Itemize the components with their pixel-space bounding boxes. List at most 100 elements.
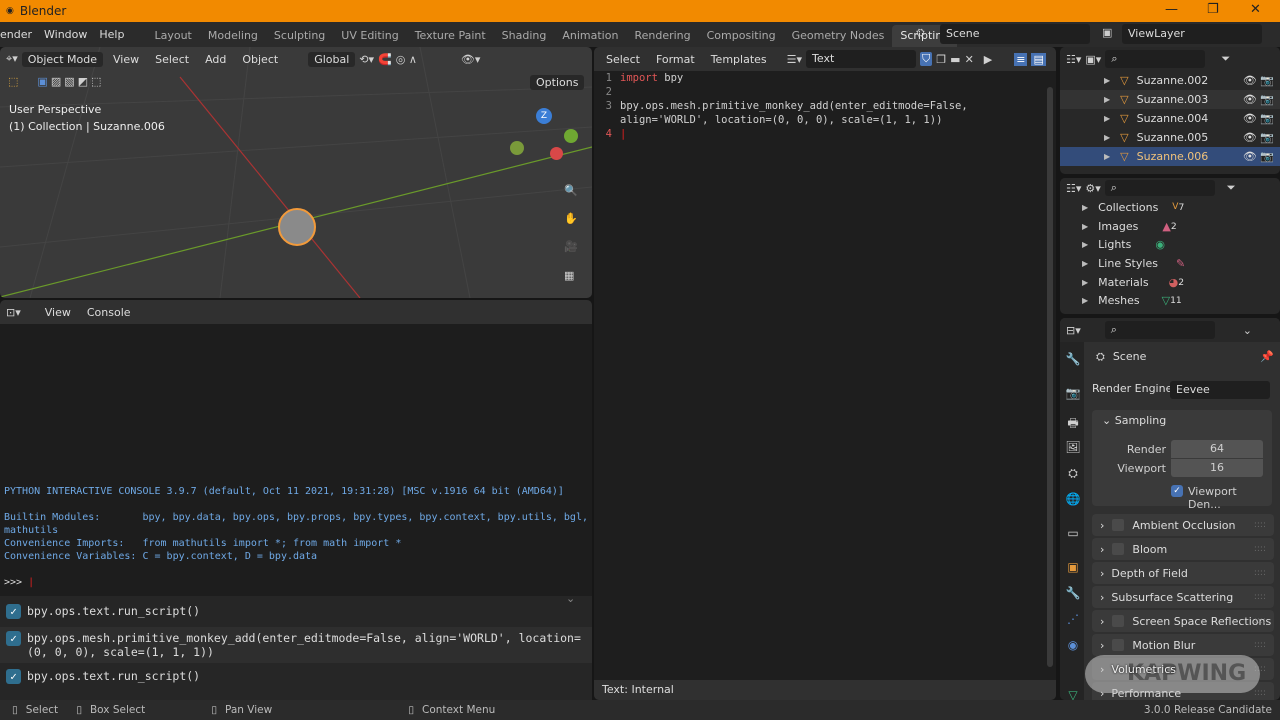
text-menu-select[interactable]: Select — [600, 53, 646, 66]
scene-icon[interactable]: ⛭ — [916, 26, 925, 40]
panel-depth-of-field[interactable]: › Depth of Field:::: — [1092, 562, 1274, 584]
blend-file-search[interactable]: ⌕ — [1104, 180, 1215, 196]
gizmo-x-axis[interactable] — [550, 147, 563, 160]
code-area[interactable]: 1 import bpy 2 3 bpy.ops.mesh.primitive_mo… — [594, 71, 1049, 141]
outliner-item-selected[interactable]: ▶ ▽ Suzanne.006 👁 📷 — [1060, 147, 1280, 166]
tab-texture-paint[interactable]: Texture Paint — [407, 25, 494, 47]
select-intersect-icon[interactable]: ⬚ — [91, 75, 101, 88]
unlink-text-icon[interactable]: ✕ — [965, 53, 974, 66]
viewport-denoising-checkbox[interactable]: ✓ Viewport Den... — [1171, 485, 1272, 511]
panel-subsurface-scattering[interactable]: › Subsurface Scattering:::: — [1092, 586, 1274, 608]
pin-icon[interactable]: 📌 — [1260, 350, 1274, 363]
sampling-header[interactable]: ⌄ Sampling — [1092, 410, 1272, 431]
panel-bloom[interactable]: › Bloom:::: — [1092, 538, 1274, 560]
visibility-render-icons[interactable]: 👁 📷 — [1243, 131, 1274, 144]
snap-icon[interactable]: 🧲 — [378, 53, 392, 66]
visibility-render-icons[interactable]: 👁 📷 — [1243, 93, 1274, 106]
tab-geometry-nodes[interactable]: Geometry Nodes — [784, 25, 893, 47]
tab-sculpting[interactable]: Sculpting — [266, 25, 333, 47]
outliner-search[interactable]: ⌕ — [1105, 50, 1206, 68]
panel-ambient-occlusion[interactable]: › Ambient Occlusion:::: — [1092, 514, 1274, 536]
filter-icon[interactable]: ⏷ — [1221, 52, 1230, 66]
tab-compositing[interactable]: Compositing — [699, 25, 784, 47]
panel-performance[interactable]: › Performance:::: — [1092, 682, 1274, 700]
console-menu-view[interactable]: View — [39, 306, 77, 319]
pan-hand-icon[interactable]: ✋ — [564, 212, 578, 225]
fake-user-icon[interactable]: ⛉ — [920, 52, 933, 66]
tab-layout[interactable]: Layout — [146, 25, 199, 47]
outliner-item[interactable]: ▶ ▽ Suzanne.003 👁 📷 — [1060, 90, 1280, 109]
options-dropdown[interactable]: Options — [530, 75, 585, 90]
text-name-field[interactable]: Text — [806, 50, 917, 68]
grid-view-icon[interactable]: ▦ — [564, 269, 574, 282]
render-tab-icon[interactable]: 📷 — [1064, 386, 1082, 400]
orientation-dropdown[interactable]: Global — [308, 51, 356, 67]
panel-volumetrics[interactable]: › Volumetrics:::: — [1092, 658, 1274, 680]
display-mode-icon[interactable]: ☷▾ — [1066, 53, 1081, 66]
tab-modeling[interactable]: Modeling — [200, 25, 266, 47]
visibility-icon[interactable]: 👁▾ — [461, 53, 481, 66]
panel-motion-blur[interactable]: › Motion Blur:::: — [1092, 634, 1274, 656]
menu-object[interactable]: Object — [236, 53, 284, 66]
console-editor-icon[interactable]: ⊡▾ — [6, 306, 21, 319]
visibility-render-icons[interactable]: 👁 📷 — [1243, 112, 1274, 125]
visibility-render-icons[interactable]: 👁 📷 — [1243, 150, 1274, 163]
display-mode-icon[interactable]: ☷▾ — [1066, 182, 1081, 195]
datablock-meshes[interactable]: ▶ Meshes ▽ 11 — [1060, 291, 1280, 310]
proportional-edit-icon[interactable]: ◎ ∧ — [396, 53, 417, 66]
filter-icon[interactable]: ⏷ — [1227, 181, 1236, 195]
select-extend-icon[interactable]: ▨ — [51, 75, 61, 88]
mode-dropdown[interactable]: Object Mode — [21, 51, 104, 67]
gizmo-neg-y-axis[interactable] — [510, 141, 524, 155]
outliner-item[interactable]: ▶ ▽ Suzanne.004 👁 📷 — [1060, 109, 1280, 128]
tool-tab-icon[interactable]: 🔧 — [1064, 352, 1082, 366]
output-tab-icon[interactable]: 🖶 — [1064, 414, 1082, 435]
scene-tab-icon[interactable]: ⛭ — [1064, 466, 1082, 481]
viewport-samples-field[interactable]: 16 — [1171, 459, 1263, 477]
info-log-entry[interactable]: ✓ bpy.ops.text.run_script() — [0, 600, 592, 623]
datablock-images[interactable]: ▶ Images ▲ 2 — [1060, 217, 1280, 236]
blend-file-outliner[interactable]: ☷▾ ⚙▾ ⌕ ⏷ ▶ Collections V 7 ▶ Images ▲ 2 ▶ Ligh… — [1060, 178, 1280, 314]
scene-selector[interactable]: Scene — [940, 24, 1090, 44]
view-layer-tab-icon[interactable]: 🖼 — [1064, 440, 1082, 454]
properties-search[interactable]: ⌕ — [1104, 321, 1215, 339]
word-wrap-toggle[interactable]: ▤ — [1031, 52, 1046, 66]
text-menu-templates[interactable]: Templates — [705, 53, 773, 66]
menu-add[interactable]: Add — [199, 53, 232, 66]
panel-screen-space-reflections[interactable]: › Screen Space Reflections:::: — [1092, 610, 1274, 632]
scrollbar[interactable] — [1047, 87, 1053, 667]
line-numbers-toggle[interactable]: ≡ — [1014, 52, 1028, 66]
tab-animation[interactable]: Animation — [554, 25, 626, 47]
options-chevron-icon[interactable]: ⌄ — [1243, 324, 1252, 337]
datablock-line-styles[interactable]: ▶ Line Styles ✎ — [1060, 254, 1280, 273]
console-prompt[interactable]: >>> | — [4, 576, 34, 589]
menu-help[interactable]: Help — [93, 28, 130, 41]
blend-file-mode-icon[interactable]: ⚙▾ — [1085, 182, 1100, 195]
maximize-button[interactable]: ❐ — [1207, 2, 1219, 17]
datablock-materials[interactable]: ▶ Materials ◕ 2 — [1060, 273, 1280, 292]
info-log-entry[interactable]: ✓ bpy.ops.text.run_script() — [0, 665, 592, 688]
collapse-icon[interactable]: ⌄ — [566, 592, 575, 605]
outliner-item[interactable]: ▶ ▽ Suzanne.002 👁 📷 — [1060, 71, 1280, 90]
menu-render[interactable]: ender — [0, 28, 38, 41]
outliner[interactable]: ☷▾ ▣▾ ⌕ ⏷ ▶ ▽ Suzanne.002 👁 📷 ▶ ▽ Suzanne.003… — [1060, 47, 1280, 174]
tab-shading[interactable]: Shading — [494, 25, 555, 47]
select-invert-icon[interactable]: ◩ — [78, 75, 88, 88]
run-script-button[interactable]: ▶ — [984, 53, 992, 66]
menu-select[interactable]: Select — [149, 53, 195, 66]
outliner-item[interactable]: ▶ ▽ Suzanne.005 👁 📷 — [1060, 128, 1280, 147]
view-layer-icon[interactable]: ▣ — [1102, 26, 1112, 39]
new-text-icon[interactable]: ❐ — [936, 53, 946, 66]
visibility-render-icons[interactable]: 👁 📷 — [1243, 74, 1274, 87]
text-editor[interactable]: Select Format Templates ☰▾ Text ⛉ ❐ ▬ ✕ … — [594, 47, 1056, 700]
editor-type-icon[interactable]: ⌖▾ — [6, 52, 18, 66]
text-menu-format[interactable]: Format — [650, 53, 701, 66]
gizmo-y-axis[interactable] — [564, 129, 578, 143]
console-menu-console[interactable]: Console — [81, 306, 137, 319]
menu-window[interactable]: Window — [38, 28, 93, 41]
filter-view-icon[interactable]: ▣▾ — [1085, 53, 1101, 66]
zoom-icon[interactable]: 🔍 — [564, 184, 578, 197]
view-layer-selector[interactable]: ViewLayer — [1122, 24, 1262, 44]
open-text-icon[interactable]: ▬ — [950, 53, 960, 66]
text-datablock-icon[interactable]: ☰▾ — [787, 53, 802, 66]
